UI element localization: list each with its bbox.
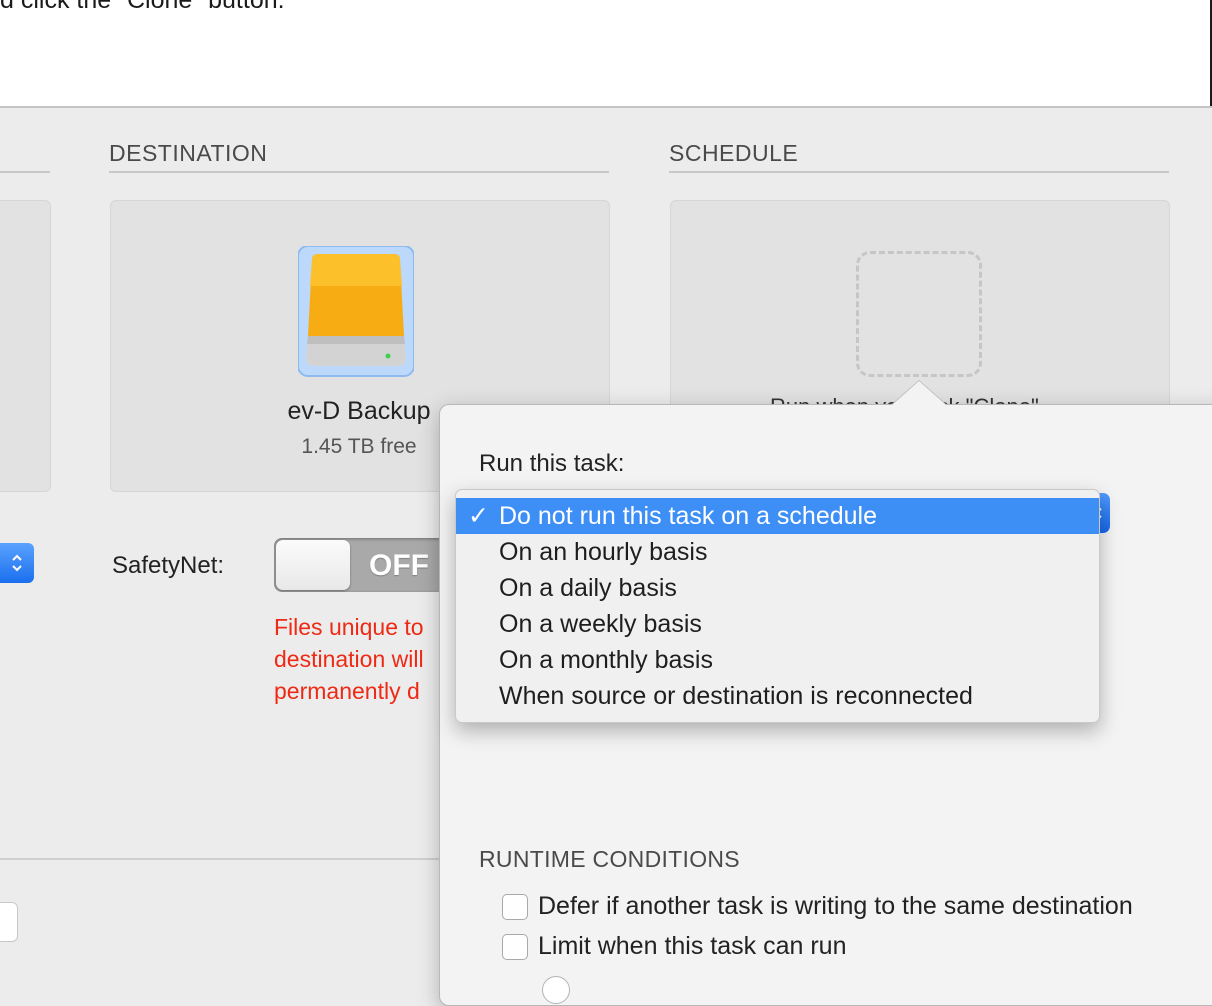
safetynet-warning-line-1: Files unique to	[274, 614, 424, 640]
checkmark-icon: ✓	[468, 502, 489, 530]
external-drive-icon[interactable]	[298, 246, 414, 378]
safetynet-warning-line-3: permanently d	[274, 678, 420, 704]
menu-item-monthly[interactable]: On a monthly basis	[456, 642, 1099, 678]
menu-item-hourly[interactable]: On an hourly basis	[456, 534, 1099, 570]
destination-heading: DESTINATION	[109, 140, 268, 166]
menu-item-label: On a monthly basis	[499, 646, 713, 674]
menu-item-daily[interactable]: On a daily basis	[456, 570, 1099, 606]
menu-item-no-schedule[interactable]: ✓ Do not run this task on a schedule	[456, 498, 1099, 534]
menu-item-label: On a weekly basis	[499, 610, 702, 638]
limit-checkbox[interactable]	[502, 934, 528, 960]
toggle-state-label: OFF	[369, 549, 429, 582]
schedule-dropdown-menu: ✓ Do not run this task on a schedule On …	[455, 489, 1100, 723]
runtime-conditions-heading: RUNTIME CONDITIONS	[479, 846, 740, 872]
source-stepper[interactable]	[0, 543, 34, 583]
stepper-arrows-icon	[12, 554, 22, 572]
destination-heading-rule	[109, 171, 609, 173]
instruction-text: d click the "Clone" button.	[0, 0, 285, 14]
limit-checkbox-label[interactable]: Limit when this task can run	[538, 932, 846, 961]
schedule-heading: SCHEDULE	[669, 140, 799, 166]
source-well	[0, 200, 51, 492]
menu-item-label: When source or destination is reconnecte…	[499, 682, 973, 710]
run-task-label: Run this task:	[479, 450, 625, 477]
toggle-knob[interactable]	[276, 540, 350, 590]
safetynet-warning-line-2: destination will	[274, 646, 424, 672]
safetynet-label: SafetyNet:	[112, 552, 225, 579]
menu-item-label: On an hourly basis	[499, 538, 708, 566]
defer-checkbox-label[interactable]: Defer if another task is writing to the …	[538, 892, 1133, 921]
defer-checkbox[interactable]	[502, 894, 528, 920]
menu-item-label: On a daily basis	[499, 574, 677, 602]
source-heading-rule	[0, 171, 50, 173]
menu-item-label: Do not run this task on a schedule	[499, 502, 878, 530]
instruction-bar: d click the "Clone" button.	[0, 0, 1212, 108]
popover-arrow	[892, 381, 946, 405]
radio-button[interactable]	[542, 976, 570, 1004]
footer-divider	[0, 858, 440, 860]
menu-item-reconnected[interactable]: When source or destination is reconnecte…	[456, 678, 1099, 714]
menu-item-weekly[interactable]: On a weekly basis	[456, 606, 1099, 642]
footer-button[interactable]	[0, 902, 18, 942]
schedule-placeholder-icon[interactable]	[856, 251, 982, 377]
schedule-heading-rule	[669, 171, 1169, 173]
